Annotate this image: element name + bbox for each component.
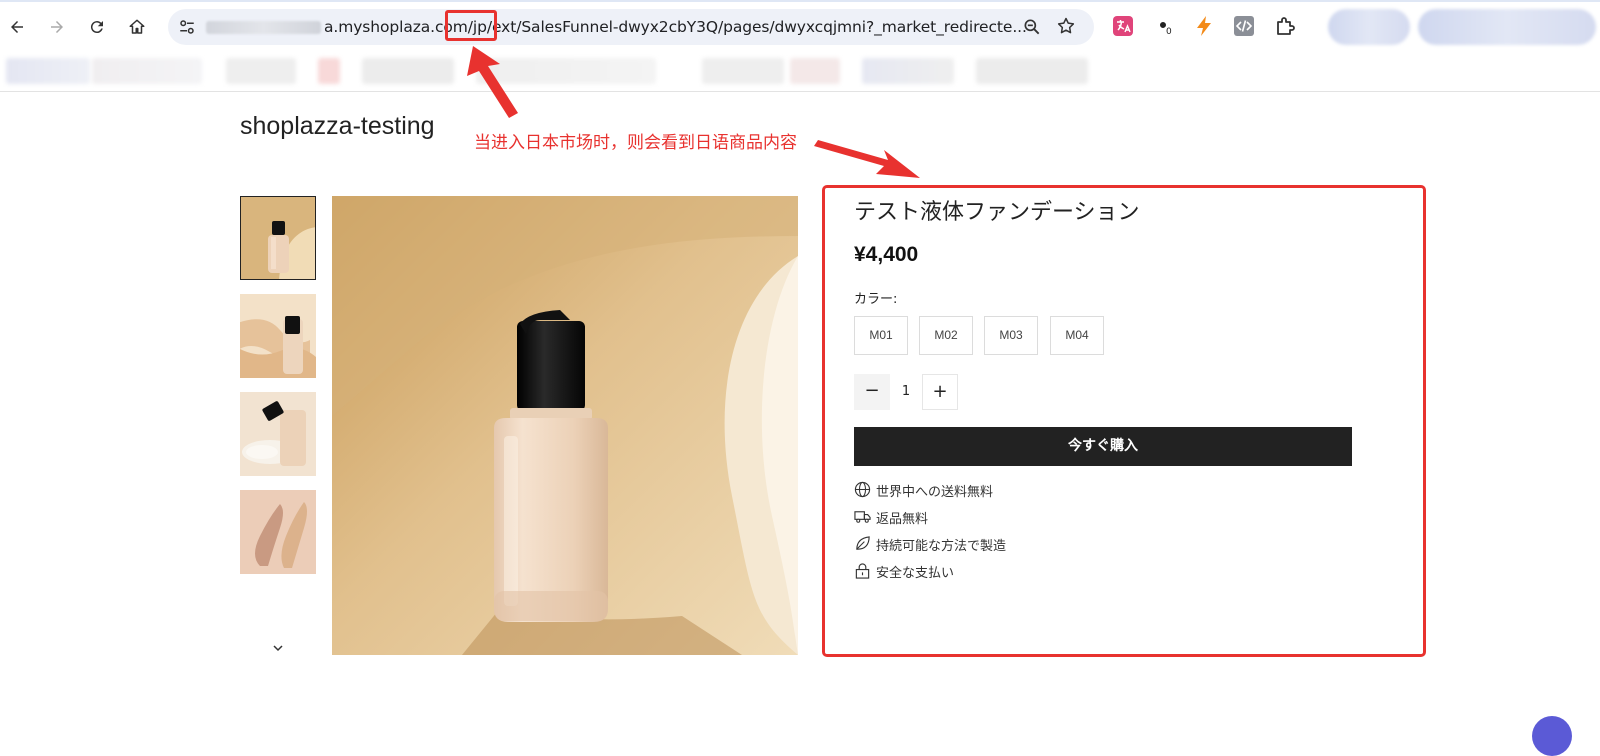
bookmark-star-icon[interactable] xyxy=(1056,16,1076,36)
code-extension-icon[interactable] xyxy=(1233,15,1255,37)
reload-icon xyxy=(90,21,103,34)
buy-now-button[interactable]: 今すぐ購入 xyxy=(854,427,1352,466)
product-price: ¥4,400 xyxy=(854,243,919,266)
thumbnail-image xyxy=(240,392,316,476)
bookmark-blurred[interactable] xyxy=(862,58,954,84)
profile-avatar-blurred[interactable] xyxy=(1328,9,1410,45)
bookmark-blurred[interactable] xyxy=(976,58,1088,84)
bookmark-blurred[interactable] xyxy=(226,58,296,84)
globe-icon xyxy=(854,481,871,498)
variant-option-m02[interactable]: M02 xyxy=(919,316,973,355)
bookmark-blurred[interactable] xyxy=(476,58,656,84)
thumbnail-image xyxy=(240,294,316,378)
bookmark-blurred[interactable] xyxy=(6,58,90,84)
extensions-puzzle-icon[interactable] xyxy=(1274,15,1296,37)
variant-option-m03[interactable]: M03 xyxy=(984,316,1038,355)
annotation-arrow-right-icon xyxy=(814,140,920,178)
bookmark-blurred[interactable] xyxy=(362,58,454,84)
bookmark-blurred[interactable] xyxy=(92,58,202,84)
product-title: テスト液体ファンデーション xyxy=(854,200,1140,225)
bookmark-blurred[interactable] xyxy=(318,58,340,84)
extension-badge-button[interactable]: 0 xyxy=(1152,15,1174,37)
feature-text: 安全な支払い xyxy=(876,566,955,581)
foundation-bottle-image xyxy=(332,196,798,655)
thumbnail-1[interactable] xyxy=(240,196,316,280)
bookmarks-bar xyxy=(0,55,1600,87)
back-button[interactable] xyxy=(4,14,30,40)
truck-icon xyxy=(854,511,871,523)
thumbnail-image xyxy=(240,490,316,574)
arrow-right-icon xyxy=(51,21,63,33)
variant-option-m01[interactable]: M01 xyxy=(854,316,908,355)
chevron-down-icon[interactable] xyxy=(270,640,286,656)
zoom-icon[interactable] xyxy=(1022,17,1042,37)
arrow-left-icon xyxy=(11,21,23,33)
bookmark-blurred[interactable] xyxy=(702,58,784,84)
browser-top-edge xyxy=(0,0,1600,2)
leaf-icon xyxy=(856,536,870,550)
thumbnail-3[interactable] xyxy=(240,392,316,476)
quantity-value[interactable]: 1 xyxy=(890,374,922,410)
url-text[interactable]: a.myshoplaza.com/jp/ext/SalesFunnel-dwyx… xyxy=(324,18,1027,36)
forward-button[interactable] xyxy=(44,14,70,40)
url-market-highlight xyxy=(445,10,497,41)
bolt-extension-icon[interactable] xyxy=(1193,15,1215,37)
feature-text: 返品無料 xyxy=(876,512,929,527)
address-bar[interactable]: a.myshoplaza.com/jp/ext/SalesFunnel-dwyx… xyxy=(168,9,1094,45)
lock-icon xyxy=(855,563,870,579)
product-main-image[interactable] xyxy=(332,196,798,655)
reload-button[interactable] xyxy=(84,14,110,40)
home-icon xyxy=(129,19,145,34)
blurred-url-host xyxy=(206,21,321,34)
profile-menu-blurred[interactable] xyxy=(1418,9,1596,45)
translate-extension-icon[interactable] xyxy=(1112,15,1134,37)
variant-option-m04[interactable]: M04 xyxy=(1050,316,1104,355)
home-button[interactable] xyxy=(124,14,150,40)
extension-badge-count: 0 xyxy=(1164,27,1174,37)
quantity-increase-button[interactable]: + xyxy=(922,374,958,410)
bookmark-blurred[interactable] xyxy=(790,58,840,84)
feature-text: 持続可能な方法で製造 xyxy=(876,539,1007,554)
thumbnail-4[interactable] xyxy=(240,490,316,574)
quantity-decrease-button[interactable]: − xyxy=(854,374,890,410)
feature-text: 世界中への送料無料 xyxy=(876,485,994,500)
store-title[interactable]: shoplazza-testing xyxy=(240,112,435,141)
browser-toolbar: a.myshoplaza.com/jp/ext/SalesFunnel-dwyx… xyxy=(0,0,1600,92)
thumbnail-2[interactable] xyxy=(240,294,316,378)
annotation-text: 当进入日本市场时，则会看到日语商品内容 xyxy=(474,133,797,153)
site-settings-icon[interactable] xyxy=(178,18,196,36)
color-label: カラー: xyxy=(854,292,898,307)
thumbnail-image xyxy=(241,197,315,279)
chat-widget-button[interactable] xyxy=(1532,716,1572,756)
